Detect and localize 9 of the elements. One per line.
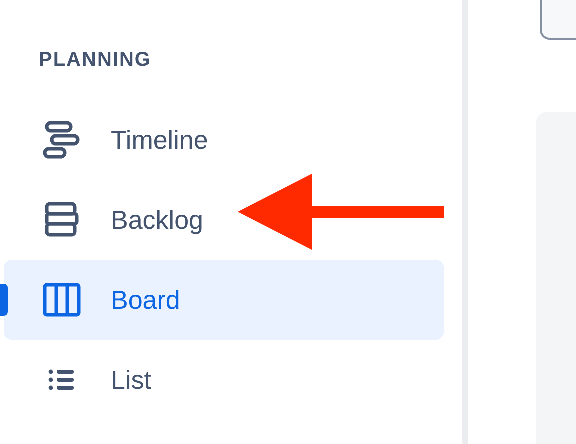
toolbar-button[interactable] bbox=[540, 0, 576, 40]
nav-item[interactable]: Backlog bbox=[4, 180, 212, 260]
backlog-icon bbox=[43, 201, 81, 239]
nav-item[interactable]: Timeline bbox=[4, 100, 216, 180]
section-heading: PLANNING bbox=[38, 48, 152, 73]
board-icon bbox=[43, 281, 81, 319]
selection-indicator bbox=[0, 284, 8, 316]
timeline-icon bbox=[43, 121, 81, 159]
nav-item[interactable]: List bbox=[4, 340, 160, 420]
